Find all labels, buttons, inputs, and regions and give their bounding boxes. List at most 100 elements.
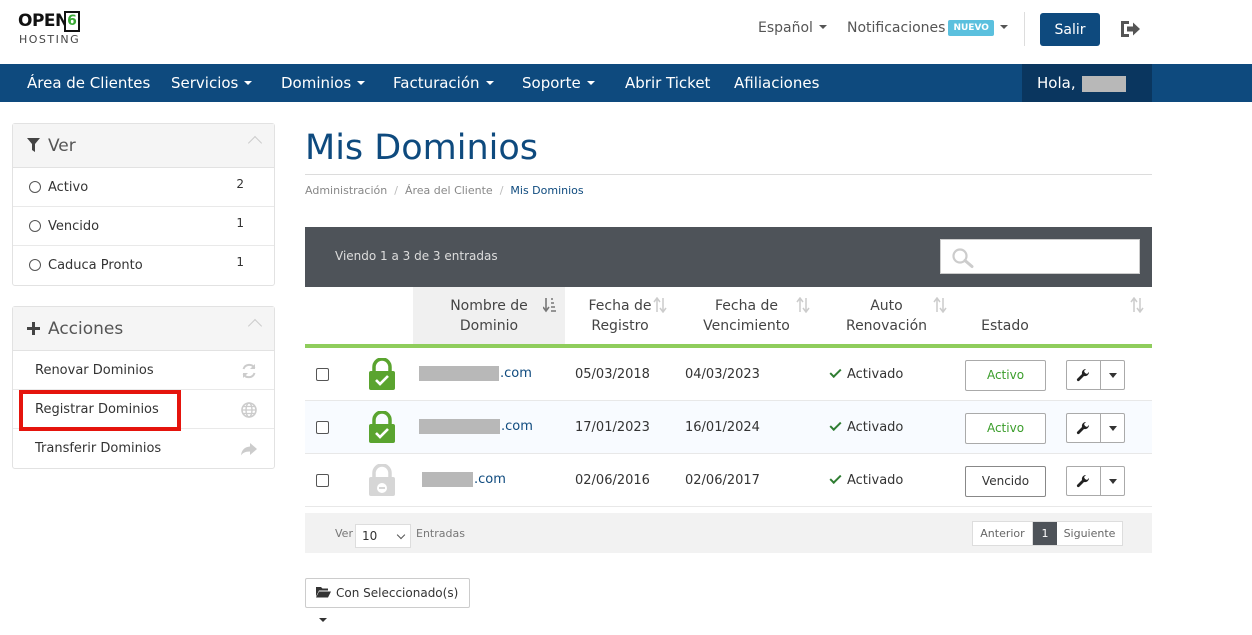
status-badge[interactable]: Activo — [965, 360, 1046, 391]
folder-open-icon — [316, 587, 331, 598]
header-label: Estado — [981, 318, 1029, 334]
share-arrow-icon — [241, 443, 257, 456]
chevron-up-icon[interactable] — [247, 318, 263, 334]
domain-link[interactable]: .com — [422, 472, 506, 487]
table-search[interactable] — [940, 239, 1140, 274]
actions-panel-title: Acciones — [48, 319, 124, 339]
chevron-down-icon — [357, 81, 366, 85]
nav-soporte[interactable]: Soporte — [522, 64, 595, 102]
cell-auto-renovacion: Activado — [829, 365, 903, 382]
wrench-icon — [1076, 474, 1090, 488]
logo-digit: 6 — [64, 11, 80, 32]
nav-afiliaciones[interactable]: Afiliaciones — [734, 64, 819, 102]
page-title: Mis Dominios — [305, 128, 539, 168]
chevron-down-icon — [319, 618, 327, 622]
cell-vencimiento: 04/03/2023 — [685, 367, 760, 382]
cell-registro: 02/06/2016 — [575, 473, 650, 488]
chevron-down-icon — [586, 81, 595, 85]
manage-dropdown[interactable] — [1066, 360, 1125, 390]
notifications-label: Notificaciones — [847, 20, 946, 36]
status-badge[interactable]: Vencido — [965, 466, 1046, 497]
check-icon — [829, 365, 842, 379]
radio-icon — [29, 181, 41, 193]
action-label: Transferir Dominios — [35, 441, 162, 456]
nav-abrir-ticket[interactable]: Abrir Ticket — [625, 64, 710, 102]
filter-panel-header[interactable]: Ver — [13, 124, 274, 168]
chevron-up-icon[interactable] — [247, 135, 263, 151]
pagination-prev[interactable]: Anterior — [973, 522, 1033, 545]
nav-facturacion[interactable]: Facturación — [393, 64, 494, 102]
sign-out-icon[interactable] — [1119, 18, 1141, 40]
domain-link[interactable]: .com — [419, 366, 532, 381]
pagination-page[interactable]: 1 — [1033, 522, 1057, 545]
cell-vencimiento: 02/06/2017 — [685, 473, 760, 488]
col-header-auto-renovacion[interactable]: Auto Renovación — [818, 287, 955, 348]
language-selector[interactable]: Español — [758, 20, 827, 36]
filter-item-label: Caduca Pronto — [48, 258, 143, 273]
sort-icon — [1130, 297, 1144, 313]
ssl-lock-icon — [369, 411, 395, 443]
nav-dominios[interactable]: Dominios — [281, 64, 366, 102]
action-transferir-dominios[interactable]: Transferir Dominios — [13, 429, 274, 468]
nav-servicios[interactable]: Servicios — [171, 64, 253, 102]
col-header-actions[interactable] — [1055, 287, 1152, 348]
cell-registro: 17/01/2023 — [575, 420, 650, 435]
col-header-estado[interactable]: Estado — [955, 287, 1055, 348]
row-checkbox[interactable] — [316, 474, 329, 487]
nav-label: Área de Clientes — [27, 74, 151, 92]
cell-vencimiento: 16/01/2024 — [685, 420, 760, 435]
status-badge[interactable]: Activo — [965, 413, 1046, 444]
filter-item-vencido[interactable]: Vencido 1 — [13, 207, 274, 246]
filter-panel-title: Ver — [48, 136, 76, 156]
breadcrumb: Administración / Área del Cliente / Mis Domi… — [305, 184, 584, 197]
auto-label: Activado — [847, 473, 904, 488]
filter-item-caduca-pronto[interactable]: Caduca Pronto 1 — [13, 246, 274, 285]
sort-icon — [653, 297, 667, 313]
search-input[interactable] — [981, 240, 1136, 273]
breadcrumb-item[interactable]: Administración — [305, 184, 387, 197]
domain-link[interactable]: .com — [419, 419, 533, 434]
table-toolbar: Viendo 1 a 3 de 3 entradas — [305, 227, 1152, 287]
bulk-actions-button[interactable]: Con Seleccionado(s) — [305, 578, 470, 622]
wrench-icon — [1076, 421, 1090, 435]
manage-dropdown[interactable] — [1066, 413, 1125, 443]
notifications-dropdown[interactable]: Notificaciones NUEVO — [847, 20, 1008, 36]
row-checkbox[interactable] — [316, 421, 329, 434]
manage-dropdown[interactable] — [1066, 466, 1125, 496]
page-length-label: Ver — [335, 527, 353, 540]
header-label: Vencimiento — [703, 318, 790, 334]
header-label: Dominio — [459, 318, 519, 334]
filter-icon — [27, 138, 40, 152]
chevron-down-icon — [396, 530, 406, 540]
chevron-down-icon — [485, 81, 494, 85]
nav-label: Facturación — [393, 74, 480, 92]
actions-panel-header[interactable]: Acciones — [13, 307, 274, 351]
page-length-value: 10 — [362, 529, 378, 543]
action-renovar-dominios[interactable]: Renovar Dominios — [13, 351, 274, 390]
table-info: Viendo 1 a 3 de 3 entradas — [335, 249, 498, 263]
main-navbar: Área de Clientes Servicios Dominios Fact… — [0, 64, 1252, 123]
brand-logo[interactable]: OPEN 6 HOSTING — [18, 11, 84, 47]
actions-panel: Acciones Renovar Dominios Registrar Domi… — [12, 306, 275, 469]
chevron-down-icon — [818, 25, 827, 29]
redacted-domain — [419, 366, 499, 381]
filter-item-count: 2 — [236, 177, 244, 191]
pagination-next[interactable]: Siguiente — [1057, 522, 1122, 545]
col-header-registro[interactable]: Fecha de Registro — [565, 287, 675, 348]
entries-label: Entradas — [416, 527, 465, 540]
check-icon — [829, 471, 842, 485]
redacted-username — [1082, 75, 1127, 92]
user-menu[interactable]: Hola, — [1022, 64, 1152, 123]
table-row: .com 05/03/2018 04/03/2023 Activado Acti… — [305, 348, 1152, 401]
nav-area-clientes[interactable]: Área de Clientes — [27, 64, 150, 102]
globe-icon — [241, 402, 257, 418]
chevron-down-icon — [1051, 119, 1059, 123]
breadcrumb-current: Mis Dominios — [510, 184, 584, 197]
row-checkbox[interactable] — [316, 368, 329, 381]
logout-button[interactable]: Salir — [1040, 13, 1100, 46]
col-header-nombre[interactable]: Nombre de Dominio — [413, 287, 565, 348]
filter-item-activo[interactable]: Activo 2 — [13, 168, 274, 207]
page-length-select[interactable]: 10 — [355, 524, 411, 548]
col-header-vencimiento[interactable]: Fecha de Vencimiento — [675, 287, 818, 348]
breadcrumb-item[interactable]: Área del Cliente — [405, 184, 493, 197]
